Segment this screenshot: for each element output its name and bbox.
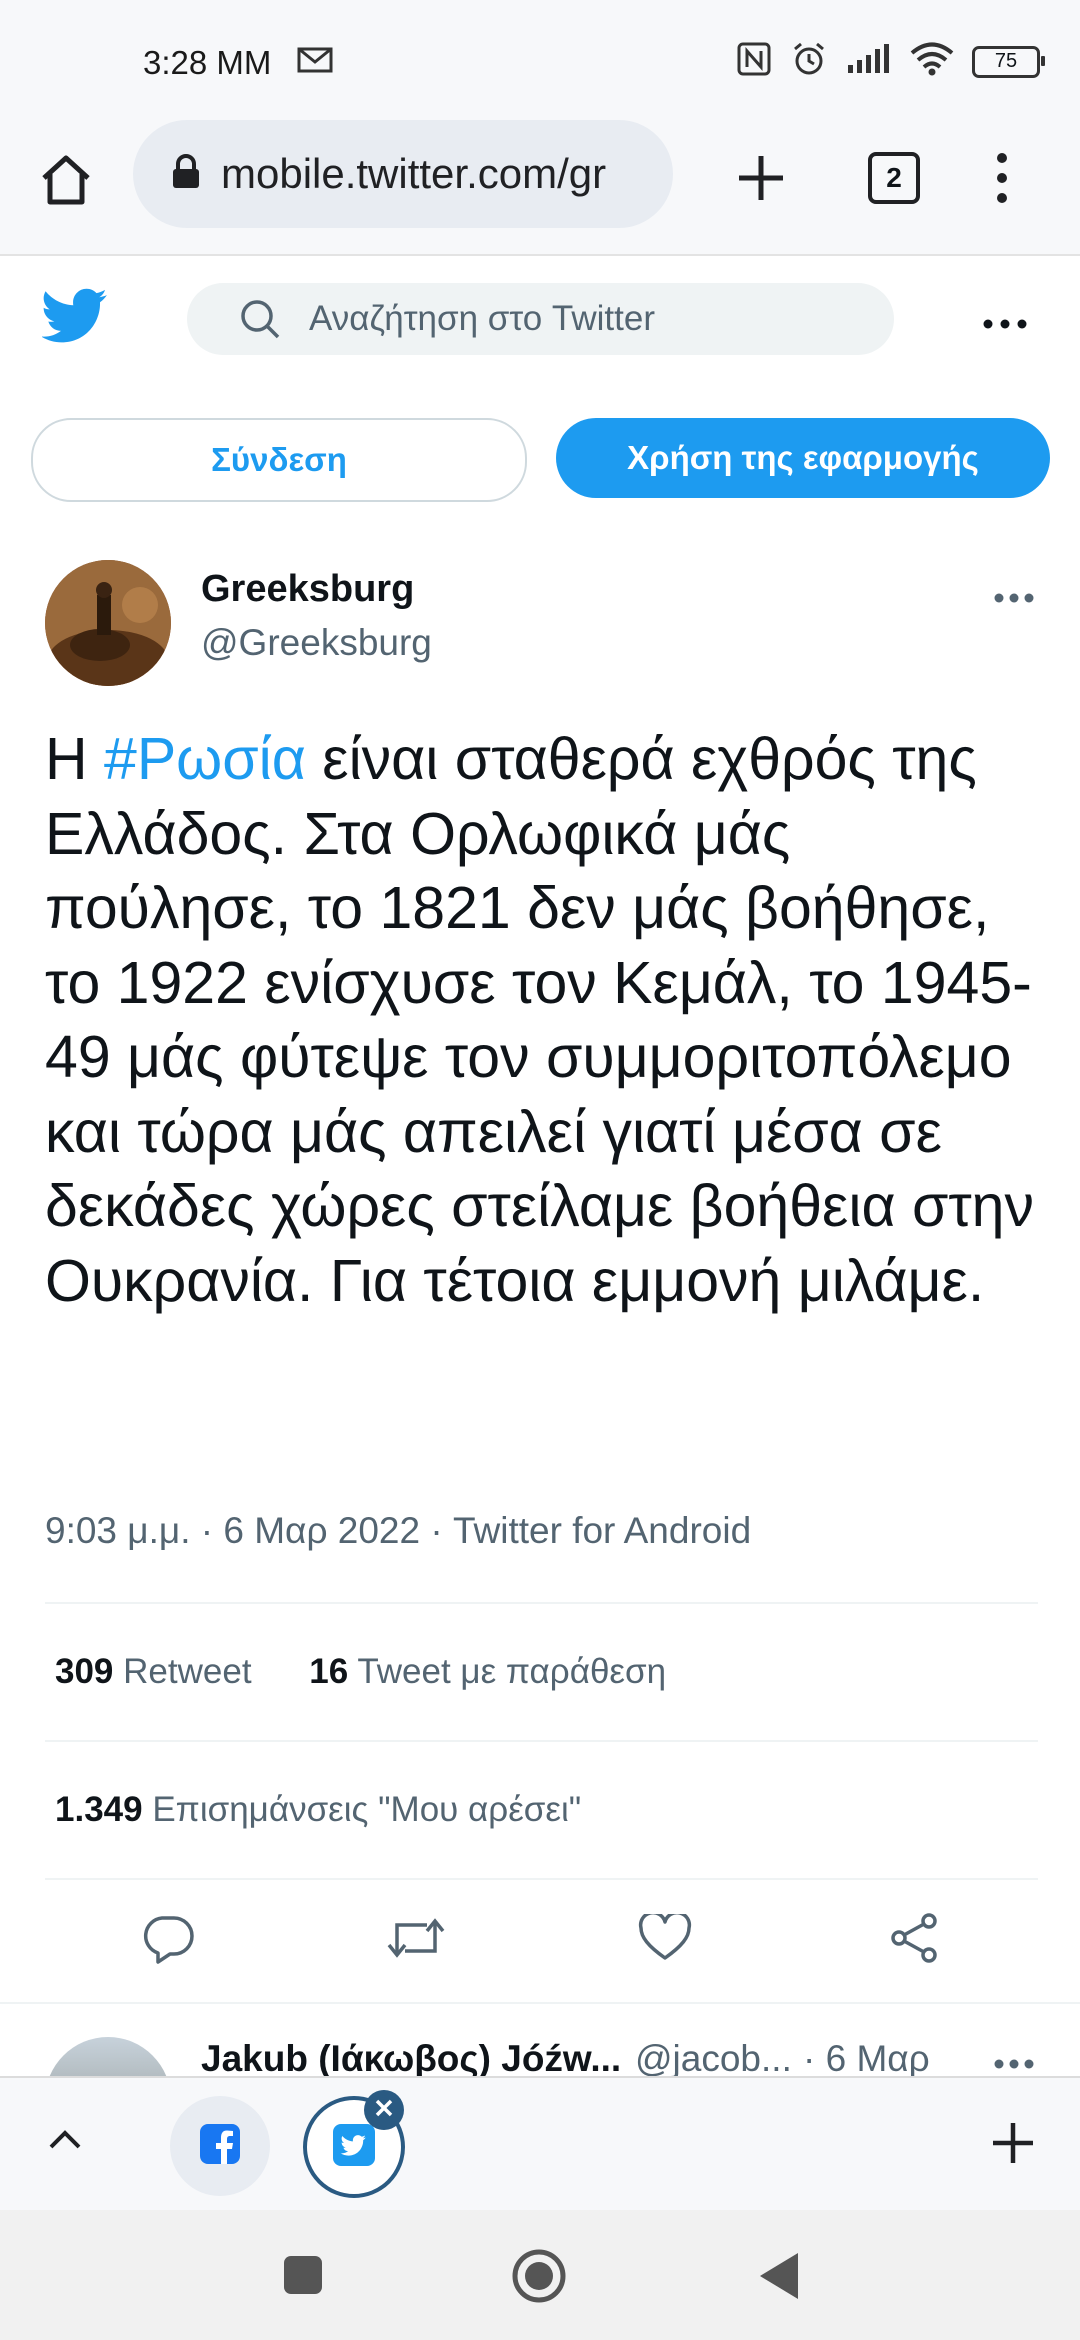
alarm-icon bbox=[790, 40, 828, 83]
quotes-label: Tweet με παράθεση bbox=[357, 1652, 667, 1691]
divider bbox=[45, 1878, 1038, 1880]
home-nav-icon[interactable] bbox=[511, 2248, 567, 2309]
new-tab-icon[interactable] bbox=[735, 152, 787, 209]
reply-preview-row[interactable]: Jakub (Ιάκωβος) Jóźw... @jacob... · 6 Μα… bbox=[0, 2030, 1080, 2076]
divider bbox=[45, 1740, 1038, 1742]
reply-handle[interactable]: @jacob... bbox=[635, 2038, 792, 2076]
system-nav-bar bbox=[0, 2210, 1080, 2340]
lock-icon bbox=[171, 153, 201, 195]
status-time: 3:28 MM bbox=[143, 44, 272, 81]
reply-icon bbox=[142, 1912, 194, 1969]
use-app-button[interactable]: Χρήση της εφαρμογής bbox=[556, 418, 1050, 498]
hashtag-link[interactable]: #Ρωσία bbox=[104, 726, 306, 792]
retweet-button[interactable] bbox=[386, 1910, 446, 1970]
add-tab-icon[interactable] bbox=[990, 2120, 1036, 2171]
likes-stat[interactable]: 1.349 Επισημάνσεις "Μου αρέσει" bbox=[55, 1790, 581, 1830]
signal-icon bbox=[846, 43, 892, 80]
close-tab-button[interactable] bbox=[364, 2090, 404, 2130]
quotes-count: 16 bbox=[309, 1652, 349, 1691]
tweet-meta[interactable]: 9:03 μ.μ. · 6 Μαρ 2022 · Twitter for And… bbox=[45, 1510, 751, 1552]
battery-level: 75 bbox=[994, 50, 1018, 72]
heart-icon bbox=[638, 1910, 692, 1967]
recents-icon[interactable] bbox=[282, 2254, 324, 2301]
status-icons: 75 bbox=[736, 40, 1045, 83]
mail-icon bbox=[297, 46, 333, 79]
likes-count: 1.349 bbox=[55, 1790, 143, 1829]
retweet-icon bbox=[387, 1915, 445, 1966]
search-icon bbox=[239, 298, 281, 340]
retweets-label: Retweet bbox=[123, 1652, 252, 1691]
header-more-icon[interactable] bbox=[983, 316, 1027, 334]
share-button[interactable] bbox=[884, 1910, 944, 1970]
tweet-display-name[interactable]: Greeksburg bbox=[201, 568, 414, 611]
tweet-text-prefix: Η bbox=[45, 726, 104, 792]
tab-count: 2 bbox=[886, 162, 902, 193]
tweet-text: Η #Ρωσία είναι σταθερά εχθρός της Ελλάδο… bbox=[45, 722, 1045, 1318]
like-button[interactable] bbox=[635, 1910, 695, 1970]
likes-label: Επισημάνσεις "Μου αρέσει" bbox=[152, 1790, 582, 1829]
reply-date: · 6 Μαρ bbox=[803, 2038, 930, 2076]
facebook-icon bbox=[200, 2123, 240, 2169]
divider bbox=[0, 2002, 1080, 2004]
tab-facebook[interactable] bbox=[170, 2096, 270, 2196]
wifi-icon bbox=[910, 42, 954, 81]
tweet-text-body: είναι σταθερά εχθρός της Ελλάδος. Στα Ορ… bbox=[45, 726, 1034, 1314]
browser-toolbar: mobile.twitter.com/gr 2 bbox=[0, 112, 1080, 256]
search-placeholder: Αναζήτηση στο Twitter bbox=[309, 299, 655, 338]
collapse-tabs-icon[interactable] bbox=[48, 2128, 82, 2155]
browser-tab-strip bbox=[0, 2076, 1080, 2210]
close-icon bbox=[374, 2098, 394, 2123]
status-bar: 3:28 MM 75 bbox=[0, 0, 1080, 112]
tweet-more-icon[interactable] bbox=[994, 590, 1034, 608]
twitter-search-input[interactable]: Αναζήτηση στο Twitter bbox=[187, 283, 894, 355]
divider bbox=[45, 1602, 1038, 1604]
reply-avatar[interactable] bbox=[45, 2037, 171, 2076]
retweets-stat[interactable]: 309 Retweet bbox=[55, 1652, 252, 1691]
twitter-tab-icon bbox=[333, 2123, 375, 2171]
tweet-handle[interactable]: @Greeksburg bbox=[201, 622, 432, 664]
tab-switcher-button[interactable]: 2 bbox=[868, 152, 920, 204]
retweets-count: 309 bbox=[55, 1652, 114, 1691]
url-text: mobile.twitter.com/gr bbox=[221, 150, 607, 197]
reply-display-name[interactable]: Jakub (Ιάκωβος) Jóźw... bbox=[201, 2038, 621, 2076]
nfc-icon bbox=[736, 41, 772, 82]
address-bar[interactable]: mobile.twitter.com/gr bbox=[133, 120, 673, 228]
share-icon bbox=[887, 1911, 941, 1970]
twitter-logo-icon[interactable] bbox=[40, 288, 108, 349]
login-button[interactable]: Σύνδεση bbox=[31, 418, 527, 502]
quotes-stat[interactable]: 16 Tweet με παράθεση bbox=[309, 1652, 666, 1691]
reply-more-icon[interactable] bbox=[994, 2056, 1034, 2074]
stats-row: 309 Retweet 16 Tweet με παράθεση bbox=[55, 1652, 666, 1692]
home-icon[interactable] bbox=[38, 152, 94, 213]
browser-menu-icon[interactable] bbox=[992, 150, 1012, 211]
back-icon[interactable] bbox=[758, 2250, 800, 2307]
avatar[interactable] bbox=[45, 560, 171, 686]
reply-button[interactable] bbox=[138, 1910, 198, 1970]
battery-indicator: 75 bbox=[972, 45, 1045, 78]
